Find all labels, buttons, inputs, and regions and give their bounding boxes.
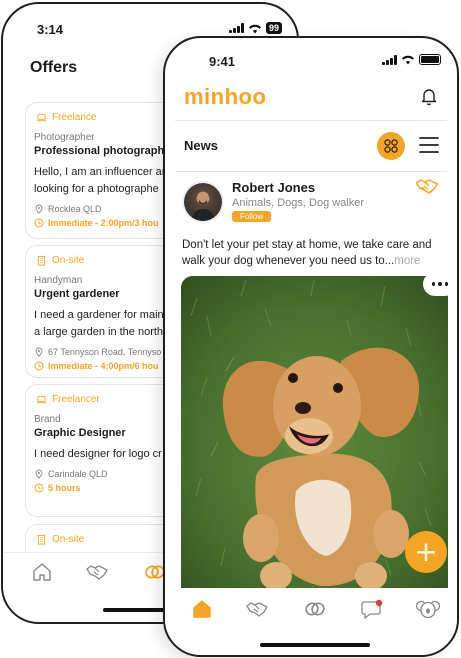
more-link[interactable]: more [394,255,420,267]
divider [175,171,447,172]
offer-time: Immediate - 4:00pm/6 hou [48,361,159,371]
laptop-icon [36,395,47,404]
news-phone: 9:41 minhoo News Robert Jones Animals, D… [163,36,459,657]
offer-type: Freelance [52,112,97,123]
add-post-button[interactable]: + [405,531,447,573]
offer-type: On-site [52,534,85,545]
wifi-icon [249,24,261,33]
offer-location: Rocklea QLD [48,204,102,214]
location-pin-icon [35,469,43,479]
categories-button[interactable] [377,132,405,160]
offer-time: 5 hours [48,483,81,493]
clock-icon [34,218,44,228]
follow-button[interactable]: Follow [232,211,272,222]
app-logo: minhoo [184,84,267,109]
handshake-icon[interactable] [245,598,269,620]
user-photo [191,191,215,221]
clock-icon [34,361,44,371]
building-icon [37,255,46,266]
bell-icon[interactable] [419,86,439,106]
home-icon[interactable] [31,561,53,583]
handshake-icon[interactable] [415,176,439,196]
offer-location: 67 Tennyson Road, Tennyso [48,347,162,357]
chat-icon[interactable] [360,598,384,620]
grid-icon [384,139,398,153]
author-tags: Animals, Dogs, Dog walker [232,197,365,209]
clock-icon [34,483,44,493]
menu-icon[interactable] [419,136,439,154]
status-time: 3:14 [37,22,64,37]
signal-icon [382,54,397,65]
post-text: Don't let your pet stay at home, we take… [182,239,432,267]
wifi-icon [402,55,414,65]
koala-icon[interactable] [415,598,441,620]
laptop-icon [36,113,47,122]
page-title: Offers [30,59,78,76]
location-pin-icon [35,347,43,357]
more-options-button[interactable] [423,272,457,296]
avatar[interactable] [184,183,222,221]
post-author[interactable]: Robert Jones [232,180,315,195]
battery-level: 99 [266,22,283,34]
building-icon [37,534,46,545]
home-icon[interactable] [191,598,213,620]
status-time: 9:41 [209,54,236,69]
offer-type: Freelancer [52,394,100,405]
home-indicator [260,643,370,647]
section-title: News [184,138,218,153]
divider [175,120,447,121]
signal-icon [229,23,244,33]
status-bar: 9:41 [165,54,457,82]
battery-icon [419,54,441,65]
location-pin-icon [35,204,43,214]
link-icon[interactable] [303,598,327,620]
offer-location: Carindale QLD [48,469,108,479]
offer-type: On-site [52,255,85,266]
offer-time: Immediate - 2:00pm/3 hou [48,218,159,228]
handshake-icon[interactable] [85,561,109,583]
